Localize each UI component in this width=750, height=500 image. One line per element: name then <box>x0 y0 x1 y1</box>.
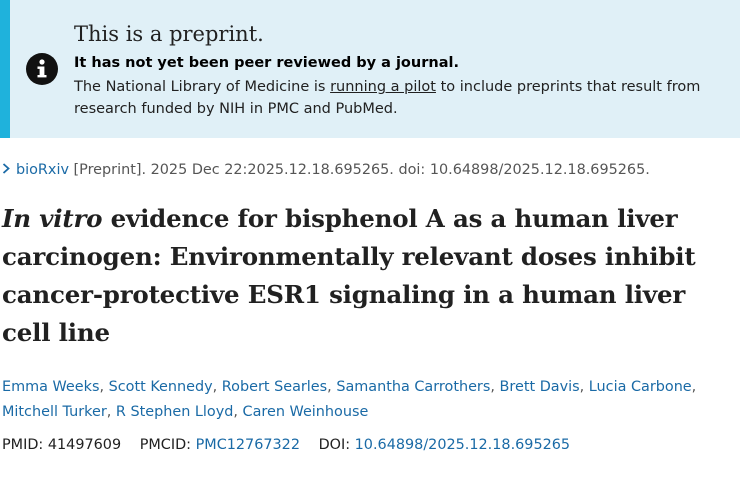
info-icon <box>26 53 58 85</box>
page: This is a preprint. It has not yet been … <box>0 0 750 500</box>
banner-body-text: The National Library of Medicine is <box>74 79 331 95</box>
citation-doi: doi: 10.64898/2025.12.18.695265. <box>398 162 650 178</box>
author-link[interactable]: Scott Kennedy <box>109 379 213 395</box>
author-link[interactable]: Lucia Carbone <box>589 379 692 395</box>
citation-type: [Preprint]. <box>73 162 147 178</box>
banner-title: This is a preprint. <box>74 22 264 46</box>
author-link[interactable]: Mitchell Turker <box>2 404 107 420</box>
doi-label: DOI: <box>318 437 351 453</box>
pmcid-group: PMCID: PMC12767322 <box>140 437 305 453</box>
citation-line: bioRxiv [Preprint]. 2025 Dec 22:2025.12.… <box>2 162 650 178</box>
author-link[interactable]: R Stephen Lloyd <box>116 404 233 420</box>
article-title: In vitro evidence for bisphenol A as a h… <box>2 200 737 352</box>
doi-group: DOI: 10.64898/2025.12.18.695265 <box>319 437 571 453</box>
preprint-banner: This is a preprint. It has not yet been … <box>0 0 740 138</box>
article-title-italic: In vitro <box>2 204 103 233</box>
pmid-group: PMID: 41497609 <box>2 437 126 453</box>
journal-link[interactable]: bioRxiv <box>16 162 69 178</box>
chevron-right-icon <box>2 162 10 178</box>
author-link[interactable]: Emma Weeks <box>2 379 99 395</box>
article-title-rest: evidence for bisphenol A as a human live… <box>2 204 696 347</box>
doi-link[interactable]: 10.64898/2025.12.18.695265 <box>355 437 570 453</box>
banner-subtitle: It has not yet been peer reviewed by a j… <box>74 55 459 71</box>
pmcid-label: PMCID: <box>139 437 192 453</box>
banner-body: The National Library of Medicine is runn… <box>74 76 734 120</box>
pmid-value: 41497609 <box>47 437 122 453</box>
running-a-pilot-link[interactable]: running a pilot <box>330 79 436 95</box>
author-link[interactable]: Samantha Carrothers <box>336 379 490 395</box>
pmid-label: PMID: <box>2 437 44 453</box>
article-ids: PMID: 41497609 PMCID: PMC12767322 DOI: 1… <box>2 437 584 453</box>
author-link[interactable]: Brett Davis <box>500 379 580 395</box>
author-link[interactable]: Caren Weinhouse <box>243 404 369 420</box>
citation-date: 2025 Dec 22:2025.12.18.695265. <box>150 162 394 178</box>
pmcid-link[interactable]: PMC12767322 <box>196 437 300 453</box>
author-link[interactable]: Robert Searles <box>222 379 327 395</box>
author-list: Emma Weeks, Scott Kennedy, Robert Searle… <box>2 379 697 420</box>
